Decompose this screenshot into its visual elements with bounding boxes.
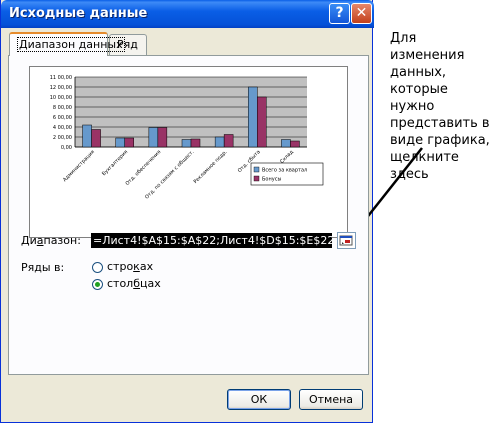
bar bbox=[223, 134, 234, 148]
bar bbox=[248, 86, 258, 148]
y-tick-label: 4 00,00 bbox=[53, 125, 72, 131]
bar bbox=[124, 137, 134, 148]
bar bbox=[181, 139, 192, 148]
range-label: Диапазон: bbox=[21, 234, 81, 247]
tab-panel: 11 00,00 12 00,00 10 00,00 8 00,00 6 00,00 4 … bbox=[8, 55, 369, 375]
y-tick-label: 12 00,00 bbox=[50, 85, 72, 91]
bar bbox=[214, 136, 225, 148]
plot-area bbox=[75, 77, 307, 147]
chart-svg: 11 00,00 12 00,00 10 00,00 8 00,00 6 00,00 4 … bbox=[50, 75, 324, 201]
y-tick-label: 11 00,00 bbox=[50, 75, 72, 81]
x-tick-label: Отд. обеспечения bbox=[125, 149, 163, 187]
rows-label[interactable]: строках bbox=[107, 260, 153, 273]
legend-label: Бонусы bbox=[262, 177, 281, 183]
rows-radio[interactable] bbox=[92, 262, 103, 273]
x-tick-label: Склад bbox=[279, 149, 295, 165]
legend-swatch bbox=[253, 166, 260, 173]
source-data-dialog: Исходные данные ? ✕ Диапазон данных Ряд … bbox=[0, 0, 374, 423]
columns-label[interactable]: столбцах bbox=[107, 277, 161, 290]
bar bbox=[281, 139, 291, 148]
range-input[interactable]: =Лист4!$A$15:$A$22;Лист4!$D$15:$E$22 bbox=[91, 233, 332, 248]
bar bbox=[82, 124, 92, 148]
chart-preview: 11 00,00 12 00,00 10 00,00 8 00,00 6 00,00 4 … bbox=[29, 66, 348, 238]
collapse-dialog-icon bbox=[339, 235, 353, 246]
x-tick-label: Администрация bbox=[62, 149, 96, 183]
columns-radio[interactable] bbox=[92, 279, 103, 290]
collapse-dialog-button[interactable] bbox=[337, 232, 356, 249]
bar bbox=[190, 138, 201, 148]
y-tick-label: 0,00 bbox=[61, 145, 72, 151]
legend-swatch bbox=[253, 175, 260, 182]
x-tick-label: Рекламное подр. bbox=[193, 149, 229, 185]
y-tick-label: 6 00,00 bbox=[53, 115, 72, 121]
y-tick-label: 10 00,00 bbox=[50, 95, 72, 101]
legend-label: Всего за квартал bbox=[262, 168, 307, 174]
bar bbox=[148, 127, 159, 148]
bar bbox=[91, 129, 101, 148]
y-tick-label: 8 00,00 bbox=[53, 105, 72, 111]
tab-data-range[interactable]: Диапазон данных bbox=[9, 32, 125, 56]
bar bbox=[290, 140, 300, 148]
bar bbox=[257, 96, 267, 148]
y-tick-label: 2 00,00 bbox=[53, 135, 72, 141]
bar bbox=[157, 127, 168, 148]
series-in-label: Ряды в: bbox=[21, 261, 65, 274]
tab-data-range-label: Диапазон данных bbox=[17, 37, 125, 52]
bar bbox=[115, 137, 125, 148]
x-tick-label: Бухгалтерия bbox=[101, 149, 129, 177]
